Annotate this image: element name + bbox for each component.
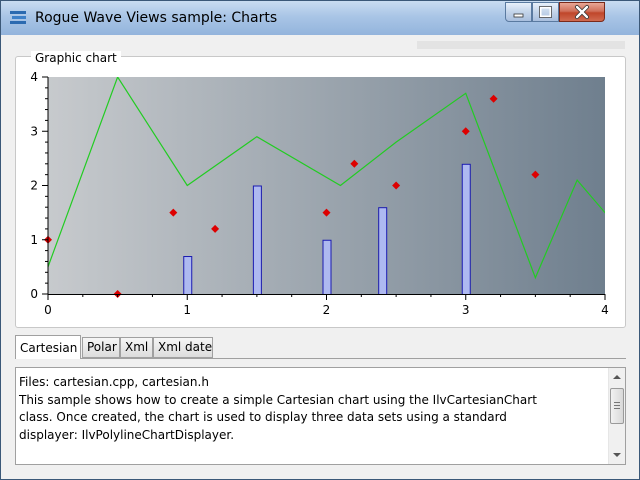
description-text: Files: cartesian.cpp, cartesian.h This s… bbox=[19, 375, 537, 442]
scroll-up-icon[interactable] bbox=[613, 375, 621, 379]
x-tick-label: 1 bbox=[183, 303, 191, 317]
scroll-thumb[interactable] bbox=[610, 388, 624, 424]
y-tick-label: 3 bbox=[30, 124, 38, 138]
cartesian-chart[interactable]: 0 1 2 3 4 0 1 2 3 4 bbox=[1, 1, 640, 331]
x-tick-label: 3 bbox=[462, 303, 470, 317]
x-tick-label: 4 bbox=[601, 303, 609, 317]
y-tick-label: 1 bbox=[30, 233, 38, 247]
tab-xml[interactable]: Xml bbox=[120, 337, 153, 358]
app-window: Rogue Wave Views sample: Charts Graphic … bbox=[0, 0, 640, 480]
description-textarea[interactable]: Files: cartesian.cpp, cartesian.h This s… bbox=[15, 367, 626, 465]
chart-bar bbox=[252, 185, 262, 294]
chart-bar bbox=[322, 239, 332, 294]
tab-xml-date[interactable]: Xml date bbox=[153, 337, 213, 358]
y-tick-label: 2 bbox=[30, 179, 38, 193]
y-tick-label: 4 bbox=[30, 70, 38, 84]
tab-divider bbox=[15, 358, 626, 359]
vertical-scrollbar[interactable] bbox=[608, 368, 625, 464]
scroll-down-icon[interactable] bbox=[613, 453, 621, 457]
x-tick-label: 0 bbox=[44, 303, 52, 317]
tab-cartesian[interactable]: Cartesian bbox=[15, 335, 81, 359]
chart-bar bbox=[461, 163, 471, 294]
chart-bar bbox=[378, 207, 388, 294]
y-tick-label: 0 bbox=[30, 287, 38, 301]
tab-polar[interactable]: Polar bbox=[82, 337, 120, 358]
chart-bar bbox=[183, 256, 193, 294]
x-tick-label: 2 bbox=[323, 303, 331, 317]
